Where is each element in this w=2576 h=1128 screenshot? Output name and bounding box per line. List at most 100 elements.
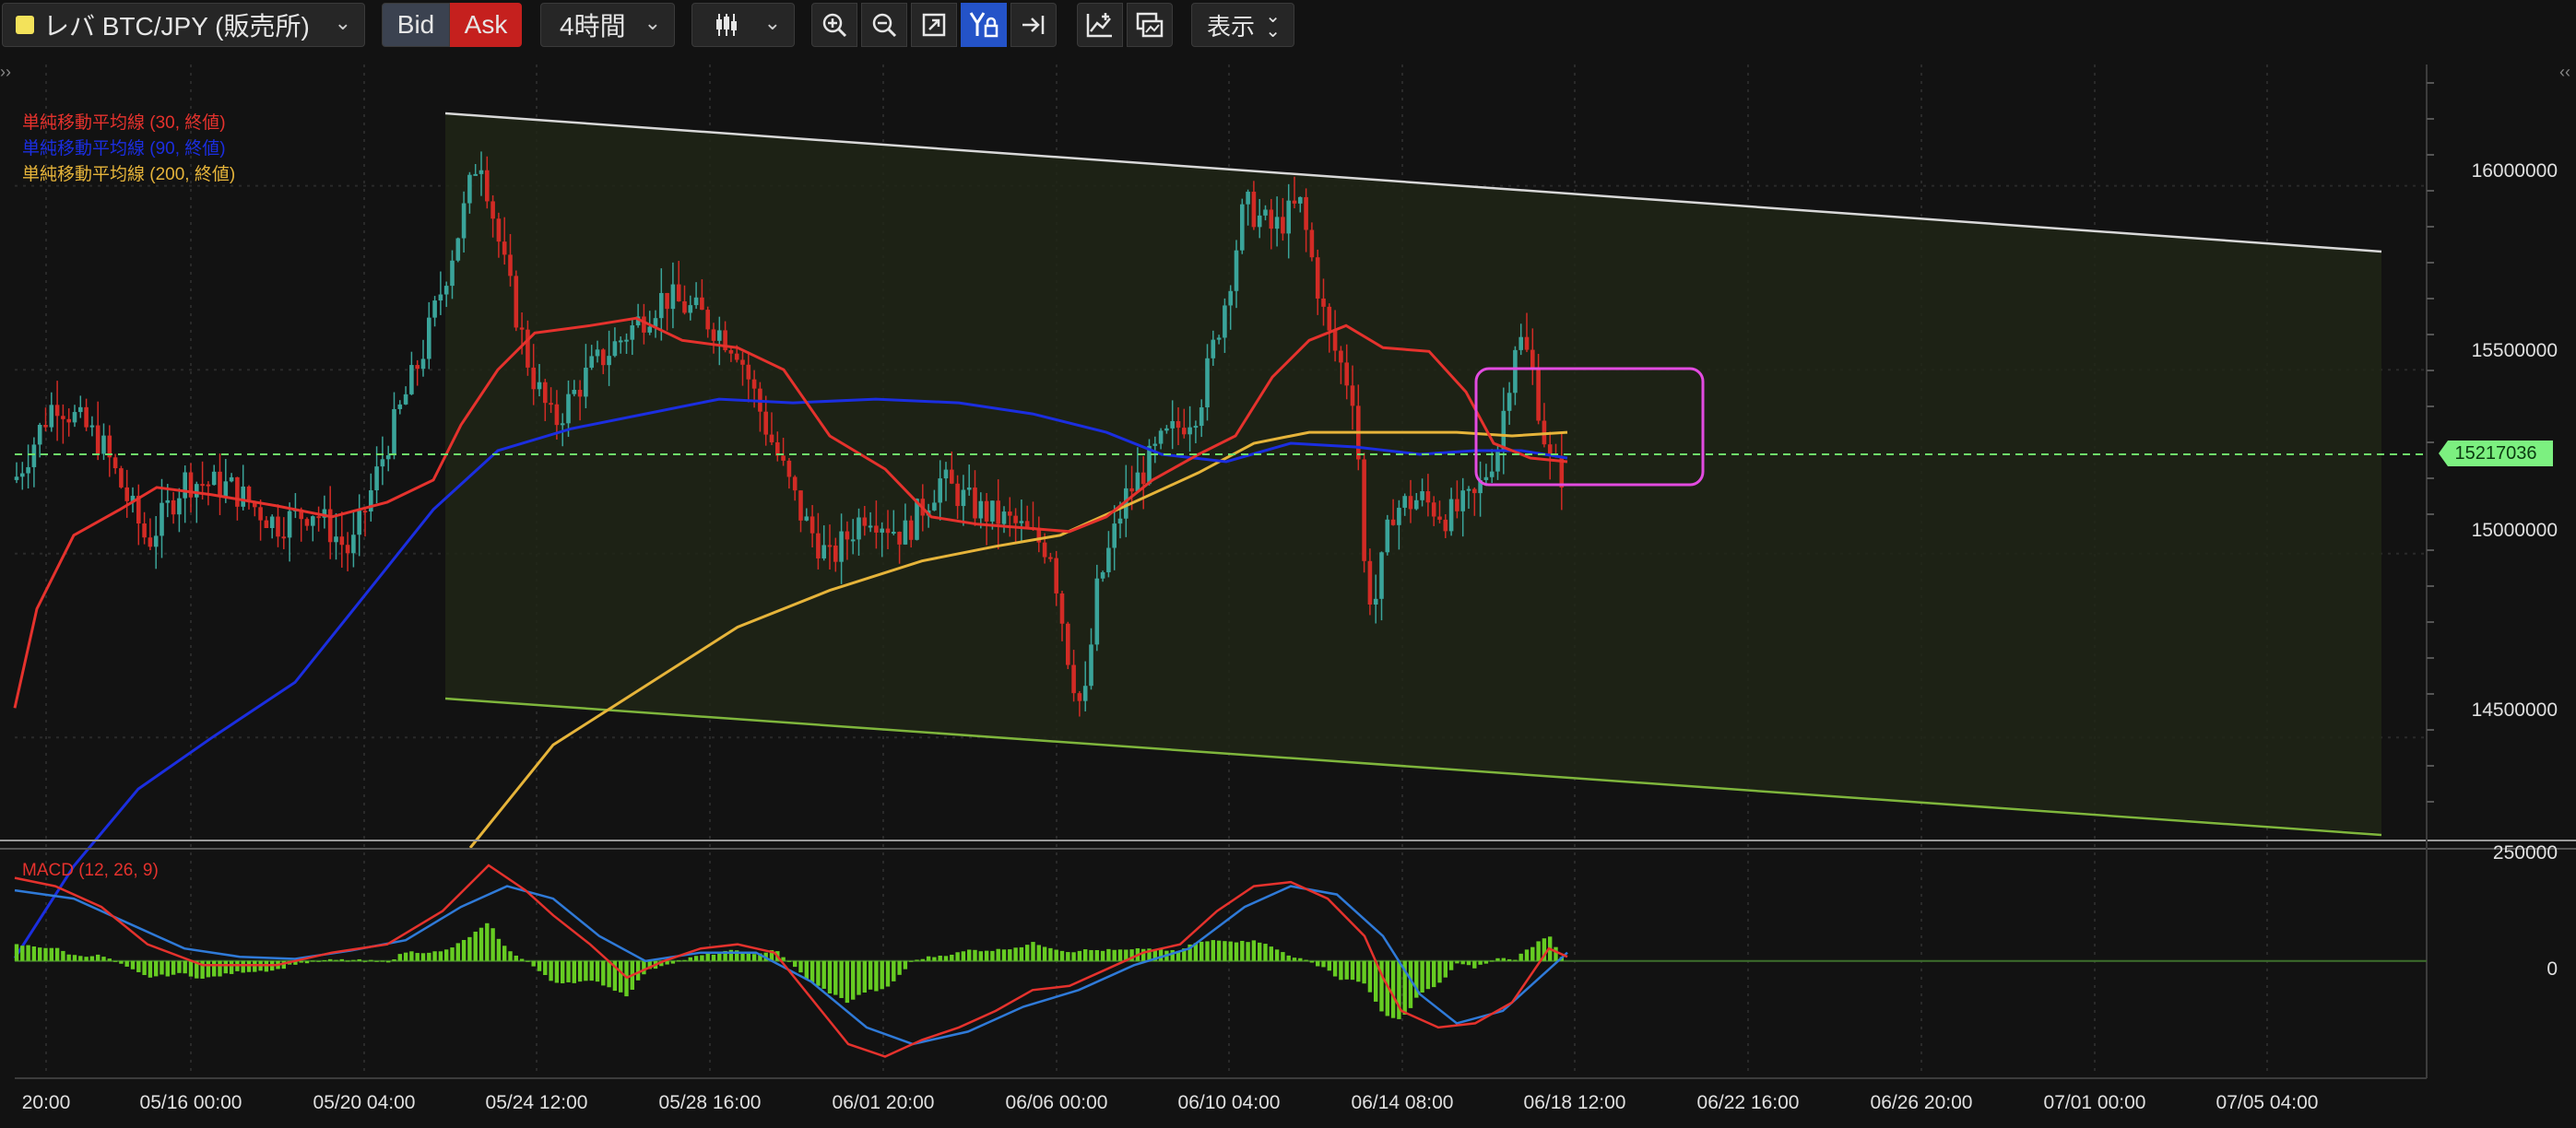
candle-body bbox=[1147, 445, 1152, 485]
macd-histogram-bar bbox=[1466, 960, 1471, 966]
macd-histogram-bar bbox=[1048, 947, 1053, 961]
candle-body bbox=[647, 326, 652, 333]
candle-body bbox=[850, 539, 856, 542]
y-axis-lock-button[interactable] bbox=[961, 3, 1007, 47]
candle-body bbox=[327, 509, 333, 543]
y-tick-label: 15500000 bbox=[2471, 340, 2558, 361]
macd-histogram-bar bbox=[804, 960, 809, 980]
indicator-add-icon bbox=[1086, 13, 1112, 38]
macd-histogram-bar bbox=[427, 952, 431, 961]
candle-body bbox=[1013, 515, 1018, 523]
candle-body bbox=[142, 523, 147, 538]
macd-histogram-bar bbox=[1112, 949, 1117, 961]
chart-type-selector[interactable]: ⌄ bbox=[691, 3, 795, 47]
macd-histogram-bar bbox=[688, 957, 692, 961]
x-tick-label: 05/16 00:00 bbox=[139, 1092, 242, 1113]
candle-body bbox=[334, 536, 338, 543]
candle-body bbox=[1292, 200, 1297, 204]
candle-body bbox=[287, 511, 292, 538]
macd-histogram-bar bbox=[607, 960, 611, 988]
candle-body bbox=[95, 425, 100, 454]
candle-body bbox=[1193, 426, 1199, 429]
candle-body bbox=[560, 423, 565, 426]
macd-histogram-bar bbox=[1141, 948, 1146, 961]
macd-histogram-bar bbox=[1524, 949, 1530, 961]
candle-body bbox=[1246, 192, 1250, 205]
candle-body bbox=[43, 425, 48, 428]
macd-histogram-bar bbox=[119, 960, 124, 964]
candle-body bbox=[874, 525, 879, 533]
right-collapse-icon[interactable]: ‹‹ bbox=[2559, 63, 2570, 82]
candle-body bbox=[311, 516, 315, 526]
macd-histogram-bar bbox=[705, 953, 710, 961]
macd-histogram-bar bbox=[920, 958, 925, 961]
macd-histogram-bar bbox=[96, 954, 100, 961]
y-tick-label: 14500000 bbox=[2471, 699, 2558, 721]
x-tick-label: 06/22 16:00 bbox=[1696, 1092, 1800, 1113]
macd-histogram-bar bbox=[311, 960, 315, 962]
candle-body bbox=[1466, 488, 1471, 491]
candle-body bbox=[938, 478, 942, 503]
macd-histogram-bar bbox=[1332, 960, 1338, 977]
candle-body bbox=[786, 460, 792, 477]
y-tick-label: 16000000 bbox=[2471, 160, 2558, 182]
macd-histogram-bar bbox=[78, 956, 83, 961]
candle-body bbox=[1309, 229, 1315, 258]
candle-body bbox=[1234, 250, 1239, 291]
macd-histogram-bar bbox=[1025, 945, 1030, 961]
zoom-out-button[interactable] bbox=[861, 3, 907, 47]
candle-body bbox=[577, 389, 583, 397]
macd-histogram-bar bbox=[397, 954, 402, 961]
x-tick-label: 06/18 12:00 bbox=[1523, 1092, 1626, 1113]
macd-histogram-bar bbox=[1316, 960, 1320, 967]
candle-body bbox=[211, 471, 217, 486]
candle-body bbox=[676, 284, 681, 301]
candle-body bbox=[554, 404, 560, 426]
y-axis-ticks bbox=[2427, 82, 2434, 803]
macd-histogram-bar bbox=[973, 949, 977, 961]
macd-histogram-bar bbox=[183, 960, 187, 974]
candle-body bbox=[746, 364, 751, 380]
candle-body bbox=[177, 498, 182, 515]
interval-selector[interactable]: 4時間 ⌄ bbox=[540, 3, 675, 47]
macd-histogram-bar bbox=[345, 960, 350, 962]
macd-histogram-bar bbox=[897, 960, 902, 975]
candle-body bbox=[693, 297, 699, 306]
candle-body bbox=[1211, 339, 1216, 358]
candle-body bbox=[1135, 472, 1140, 492]
macd-histogram-bar bbox=[1339, 960, 1343, 981]
candle-body bbox=[1483, 476, 1489, 481]
ask-button[interactable]: Ask bbox=[450, 3, 522, 47]
price-chart[interactable] bbox=[0, 52, 2576, 1128]
candle-body bbox=[461, 203, 467, 239]
macd-histogram-bar bbox=[833, 960, 838, 995]
macd-histogram-bar bbox=[31, 946, 37, 961]
macd-histogram-bar bbox=[839, 960, 844, 998]
candle-body bbox=[1228, 290, 1233, 306]
candle-body bbox=[734, 353, 739, 360]
macd-histogram-bar bbox=[996, 948, 1000, 961]
scroll-to-latest-button[interactable] bbox=[1010, 3, 1057, 47]
candle-body bbox=[908, 520, 914, 540]
display-menu[interactable]: 表示 ⌄ ⌄ bbox=[1191, 3, 1294, 47]
symbol-selector[interactable]: レバ BTC/JPY (販売所) ⌄ bbox=[2, 3, 365, 47]
x-tick-label: 05/20 04:00 bbox=[313, 1092, 416, 1113]
macd-histogram-bar bbox=[862, 960, 867, 993]
fit-screen-button[interactable] bbox=[911, 3, 957, 47]
bid-button[interactable]: Bid bbox=[382, 3, 450, 47]
macd-histogram-bar bbox=[304, 960, 310, 964]
interval-label: 4時間 bbox=[560, 12, 626, 41]
candle-body bbox=[397, 404, 403, 409]
left-collapse-icon[interactable]: ›› bbox=[0, 63, 11, 82]
macd-histogram-bar bbox=[1083, 949, 1088, 961]
macd-histogram-bar bbox=[386, 960, 391, 963]
zoom-in-button[interactable] bbox=[811, 3, 857, 47]
candle-body bbox=[1397, 507, 1401, 525]
compare-chart-button[interactable] bbox=[1127, 3, 1173, 47]
candle-body bbox=[728, 349, 734, 354]
add-indicator-button[interactable] bbox=[1077, 3, 1123, 47]
candle-body bbox=[72, 412, 77, 423]
macd-histogram-bar bbox=[682, 959, 687, 961]
candle-body bbox=[490, 201, 495, 219]
x-tick-label: 05/28 16:00 bbox=[658, 1092, 762, 1113]
